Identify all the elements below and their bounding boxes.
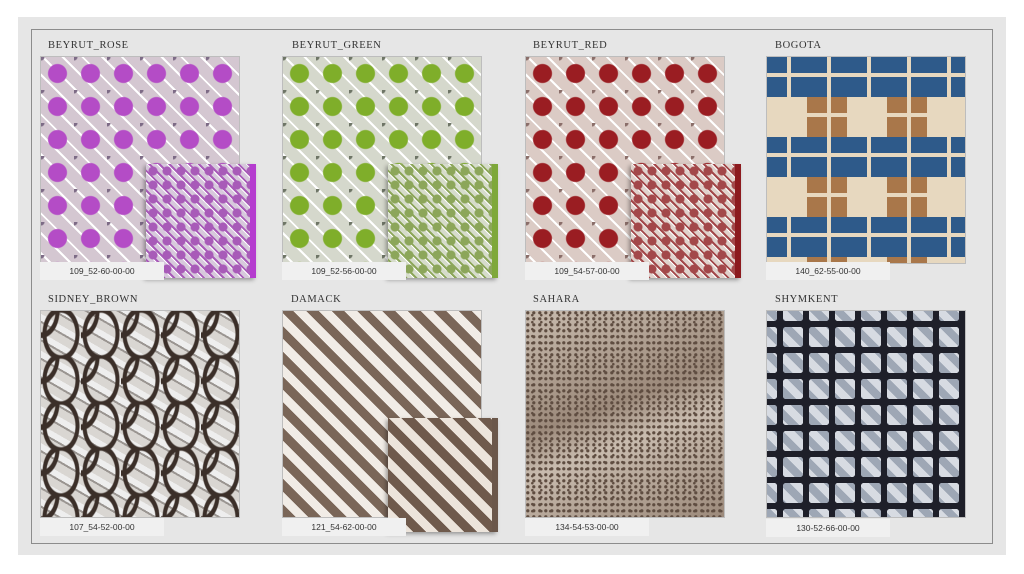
rug-article-code: 107_54-52-00-00 [40,518,164,536]
rug-runner-preview [388,164,498,278]
rug-runner-edge [250,164,256,278]
rug-title: BEYRUT_GREEN [292,40,382,51]
rug-title: SAHARA [533,294,580,305]
rug-runner-edge [492,164,498,278]
rug-card[interactable]: BEYRUT_ROSE 109_52-60-00-00 [38,40,268,290]
rug-title: BOGOTA [775,40,822,51]
rug-article-code: 134-54-53-00-00 [525,518,649,536]
rug-title: DAMACK [291,294,342,305]
rug-article-code: 109_52-56-00-00 [282,262,406,280]
rug-card[interactable]: SHYMKENT 130-52-66-00-00 [764,294,994,544]
rug-title: BEYRUT_ROSE [48,40,129,51]
rug-runner-edge [492,418,498,532]
rug-title: BEYRUT_RED [533,40,608,51]
rug-article-code: 109_54-57-00-00 [525,262,649,280]
rug-title: SIDNEY_BROWN [48,294,139,305]
rug-article-code: 140_62-55-00-00 [766,262,890,280]
rug-pattern-swatch[interactable] [525,310,725,518]
rug-card[interactable]: DAMACK 121_54-62-00-00 [280,294,510,544]
rug-title: SHYMKENT [775,294,839,305]
rug-pattern-swatch[interactable] [766,310,966,518]
rug-pattern-swatch[interactable] [766,56,966,264]
rug-article-code: 109_52-60-00-00 [40,262,164,280]
rug-card[interactable]: BEYRUT_GREEN 109_52-56-00-00 [280,40,510,290]
rug-pattern-swatch[interactable] [40,310,240,518]
rug-card[interactable]: SAHARA 134-54-53-00-00 [523,294,753,544]
rug-card[interactable]: SIDNEY_BROWN 107_54-52-00-00 [38,294,268,544]
rug-article-code: 130-52-66-00-00 [766,519,890,537]
rug-runner-preview [388,418,498,532]
rug-runner-preview [631,164,741,278]
rug-card[interactable]: BEYRUT_RED 109_54-57-00-00 [523,40,753,290]
rug-article-code: 121_54-62-00-00 [282,518,406,536]
rug-card[interactable]: BOGOTA 140_62-55-00-00 [764,40,994,290]
rug-runner-preview [146,164,256,278]
rug-runner-edge [735,164,741,278]
